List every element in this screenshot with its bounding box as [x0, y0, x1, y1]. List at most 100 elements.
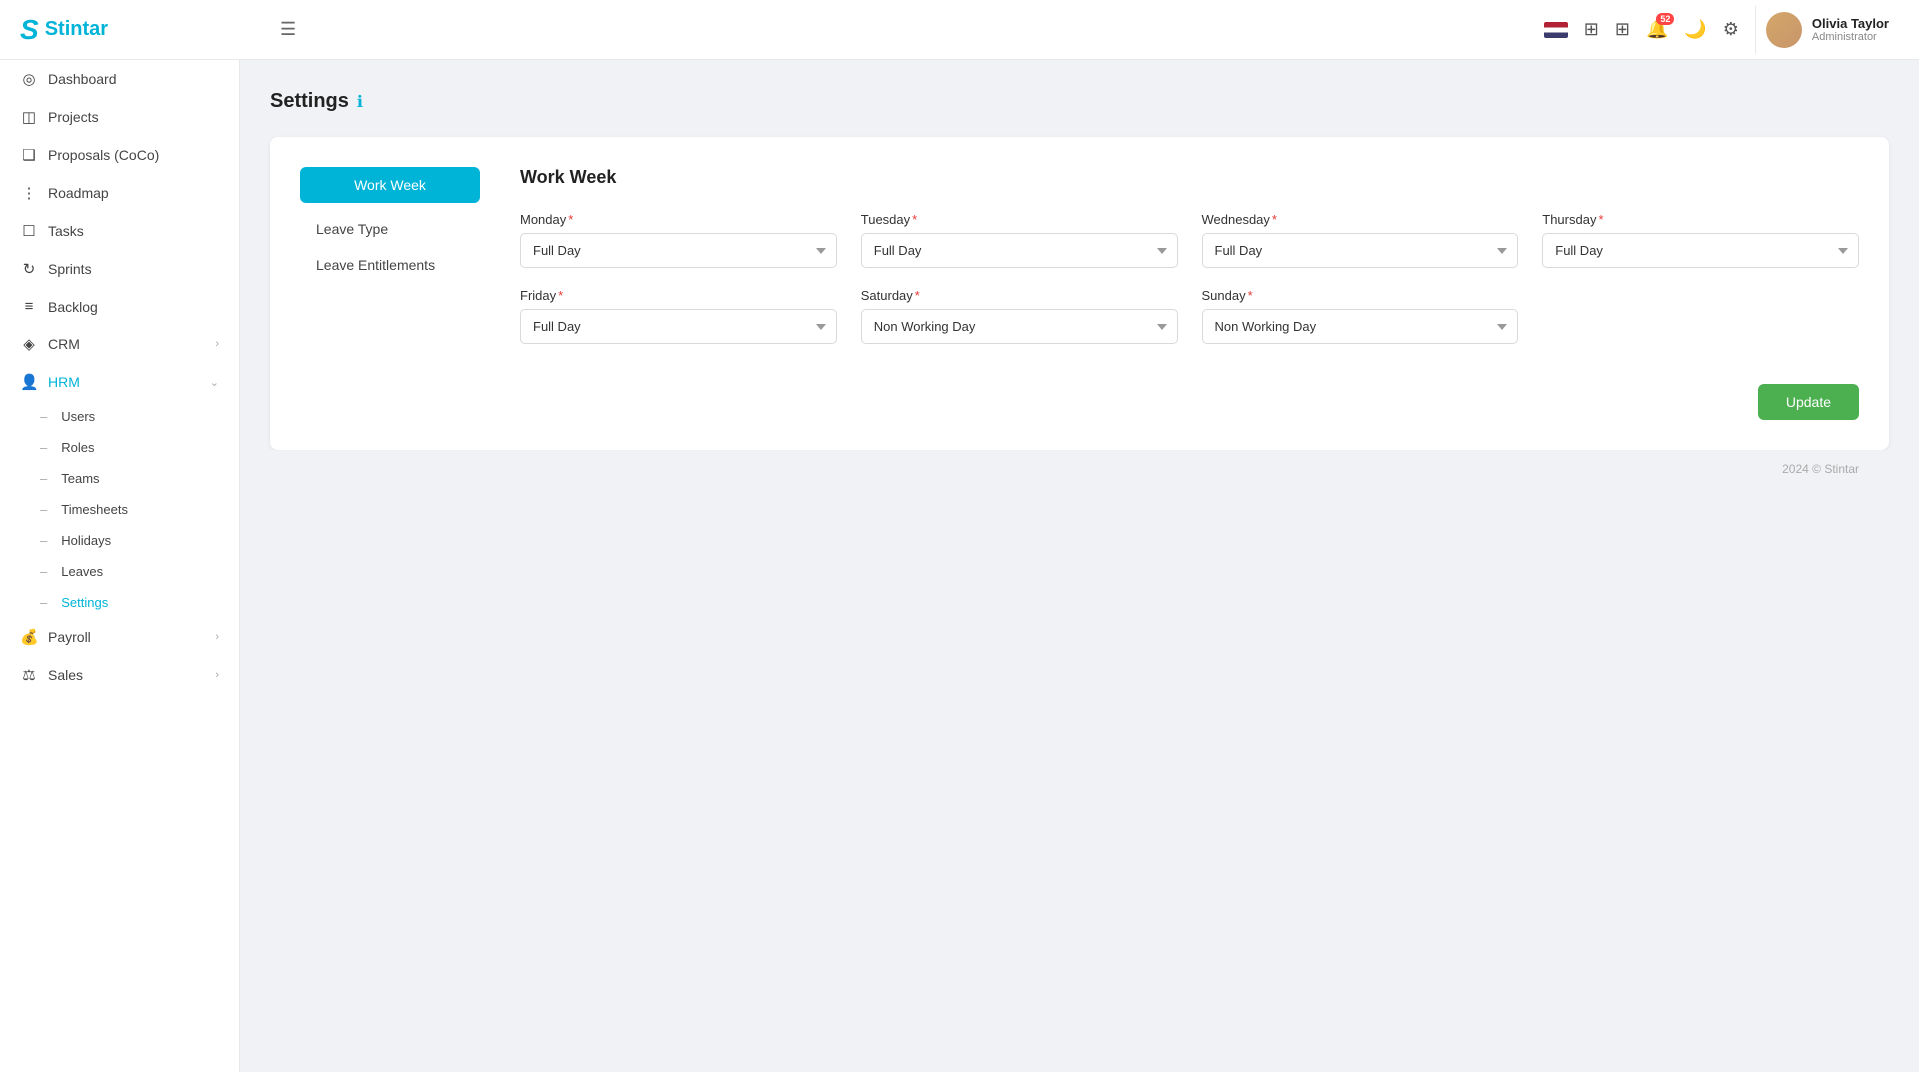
tasks-icon: ☐	[20, 222, 38, 240]
saturday-field: Saturday* Full Day Half Day Non Working …	[861, 288, 1178, 344]
sidebar: ◎ Dashboard ◫ Projects ❑ Proposals (CoCo…	[0, 60, 240, 1072]
avatar	[1766, 12, 1802, 48]
required-star: *	[558, 288, 563, 303]
sidebar-item-backlog[interactable]: ≡ Backlog	[0, 288, 239, 325]
leave-type-tab[interactable]: Leave Type	[300, 211, 480, 247]
sprints-icon: ↻	[20, 260, 38, 278]
friday-field: Friday* Full Day Half Day Non Working Da…	[520, 288, 837, 344]
sidebar-item-users[interactable]: – Users	[0, 401, 239, 432]
header: S Stintar ☰ ⊞ ⊞ 🔔 52 🌙 ⚙ Olivia Taylor A…	[0, 0, 1919, 60]
sidebar-item-dashboard[interactable]: ◎ Dashboard	[0, 60, 239, 98]
hrm-sub-nav: – Users – Roles – Teams – Timesheets – H…	[0, 401, 239, 618]
app-body: ◎ Dashboard ◫ Projects ❑ Proposals (CoCo…	[0, 60, 1919, 1072]
update-row: Update	[520, 374, 1859, 420]
sunday-field: Sunday* Full Day Half Day Non Working Da…	[1202, 288, 1519, 344]
chevron-right-icon: ›	[215, 338, 219, 350]
sidebar-item-settings[interactable]: – Settings	[0, 587, 239, 618]
notification-badge: 52	[1656, 13, 1674, 25]
required-star: *	[1248, 288, 1253, 303]
tuesday-label: Tuesday*	[861, 212, 1178, 227]
sidebar-item-label: Payroll	[48, 629, 91, 645]
thursday-field: Thursday* Full Day Half Day Non Working …	[1542, 212, 1859, 268]
user-info[interactable]: Olivia Taylor Administrator	[1755, 6, 1899, 54]
chevron-right-icon: ›	[215, 631, 219, 643]
settings-sidebar-nav: Work Week Leave Type Leave Entitlements	[300, 167, 480, 420]
required-star: *	[915, 288, 920, 303]
logo: S Stintar	[20, 14, 260, 46]
flag-icon[interactable]	[1544, 22, 1568, 38]
user-role: Administrator	[1812, 31, 1889, 43]
sidebar-item-label: Roadmap	[48, 185, 109, 201]
monday-label: Monday*	[520, 212, 837, 227]
friday-label: Friday*	[520, 288, 837, 303]
tuesday-field: Tuesday* Full Day Half Day Non Working D…	[861, 212, 1178, 268]
page-header: Settings ℹ	[270, 90, 1889, 113]
dashboard-icon: ◎	[20, 70, 38, 88]
sidebar-item-holidays[interactable]: – Holidays	[0, 525, 239, 556]
saturday-select[interactable]: Full Day Half Day Non Working Day	[861, 309, 1178, 344]
sidebar-item-hrm[interactable]: 👤 HRM ⌄	[0, 363, 239, 401]
sidebar-item-tasks[interactable]: ☐ Tasks	[0, 212, 239, 250]
sidebar-item-label: Sprints	[48, 261, 92, 277]
roadmap-icon: ⋮	[20, 184, 38, 202]
friday-select[interactable]: Full Day Half Day Non Working Day	[520, 309, 837, 344]
sunday-select[interactable]: Full Day Half Day Non Working Day	[1202, 309, 1519, 344]
sidebar-item-projects[interactable]: ◫ Projects	[0, 98, 239, 136]
required-star: *	[912, 212, 917, 227]
update-button[interactable]: Update	[1758, 384, 1859, 420]
settings-content: Work Week Monday* Full Day Half Day Non …	[480, 167, 1859, 420]
wednesday-label: Wednesday*	[1202, 212, 1519, 227]
settings-icon[interactable]: ⚙	[1723, 19, 1739, 40]
sidebar-item-timesheets[interactable]: – Timesheets	[0, 494, 239, 525]
user-name: Olivia Taylor	[1812, 16, 1889, 31]
required-star: *	[1272, 212, 1277, 227]
work-week-grid: Monday* Full Day Half Day Non Working Da…	[520, 212, 1859, 344]
sidebar-item-payroll[interactable]: 💰 Payroll ›	[0, 618, 239, 656]
info-icon: ℹ	[357, 92, 363, 112]
work-week-tab[interactable]: Work Week	[300, 167, 480, 203]
sidebar-item-teams[interactable]: – Teams	[0, 463, 239, 494]
sub-nav-label: Timesheets	[61, 502, 128, 517]
sales-icon: ⚖	[20, 666, 38, 684]
page-title: Settings	[270, 90, 349, 113]
sidebar-item-proposals[interactable]: ❑ Proposals (CoCo)	[0, 136, 239, 174]
sidebar-item-label: CRM	[48, 336, 80, 352]
sidebar-item-roadmap[interactable]: ⋮ Roadmap	[0, 174, 239, 212]
sub-nav-label: Roles	[61, 440, 94, 455]
monday-field: Monday* Full Day Half Day Non Working Da…	[520, 212, 837, 268]
required-star: *	[1598, 212, 1603, 227]
payroll-icon: 💰	[20, 628, 38, 646]
leave-entitlements-tab[interactable]: Leave Entitlements	[300, 247, 480, 283]
thursday-label: Thursday*	[1542, 212, 1859, 227]
settings-card: Work Week Leave Type Leave Entitlements …	[270, 137, 1889, 450]
saturday-label: Saturday*	[861, 288, 1178, 303]
grid-icon[interactable]: ⊞	[1584, 19, 1599, 40]
sidebar-item-sales[interactable]: ⚖ Sales ›	[0, 656, 239, 694]
chevron-right-icon: ›	[215, 669, 219, 681]
required-star: *	[568, 212, 573, 227]
sidebar-item-roles[interactable]: – Roles	[0, 432, 239, 463]
settings-layout: Work Week Leave Type Leave Entitlements …	[300, 167, 1859, 420]
sunday-label: Sunday*	[1202, 288, 1519, 303]
hamburger-icon[interactable]: ☰	[280, 19, 296, 40]
wednesday-select[interactable]: Full Day Half Day Non Working Day	[1202, 233, 1519, 268]
notification-icon[interactable]: 🔔 52	[1646, 19, 1668, 40]
sub-nav-label: Users	[61, 409, 95, 424]
sidebar-item-leaves[interactable]: – Leaves	[0, 556, 239, 587]
sidebar-item-crm[interactable]: ◈ CRM ›	[0, 325, 239, 363]
sub-nav-label: Holidays	[61, 533, 111, 548]
sidebar-item-sprints[interactable]: ↻ Sprints	[0, 250, 239, 288]
sidebar-item-label: Dashboard	[48, 71, 117, 87]
header-right: ⊞ ⊞ 🔔 52 🌙 ⚙ Olivia Taylor Administrator	[1544, 6, 1899, 54]
sub-nav-label: Teams	[61, 471, 99, 486]
expand-icon[interactable]: ⊞	[1615, 19, 1630, 40]
tuesday-select[interactable]: Full Day Half Day Non Working Day	[861, 233, 1178, 268]
sub-nav-label: Leaves	[61, 564, 103, 579]
monday-select[interactable]: Full Day Half Day Non Working Day	[520, 233, 837, 268]
wednesday-field: Wednesday* Full Day Half Day Non Working…	[1202, 212, 1519, 268]
footer: 2024 © Stintar	[270, 450, 1889, 488]
crm-icon: ◈	[20, 335, 38, 353]
thursday-select[interactable]: Full Day Half Day Non Working Day	[1542, 233, 1859, 268]
dark-mode-icon[interactable]: 🌙	[1684, 19, 1706, 40]
projects-icon: ◫	[20, 108, 38, 126]
